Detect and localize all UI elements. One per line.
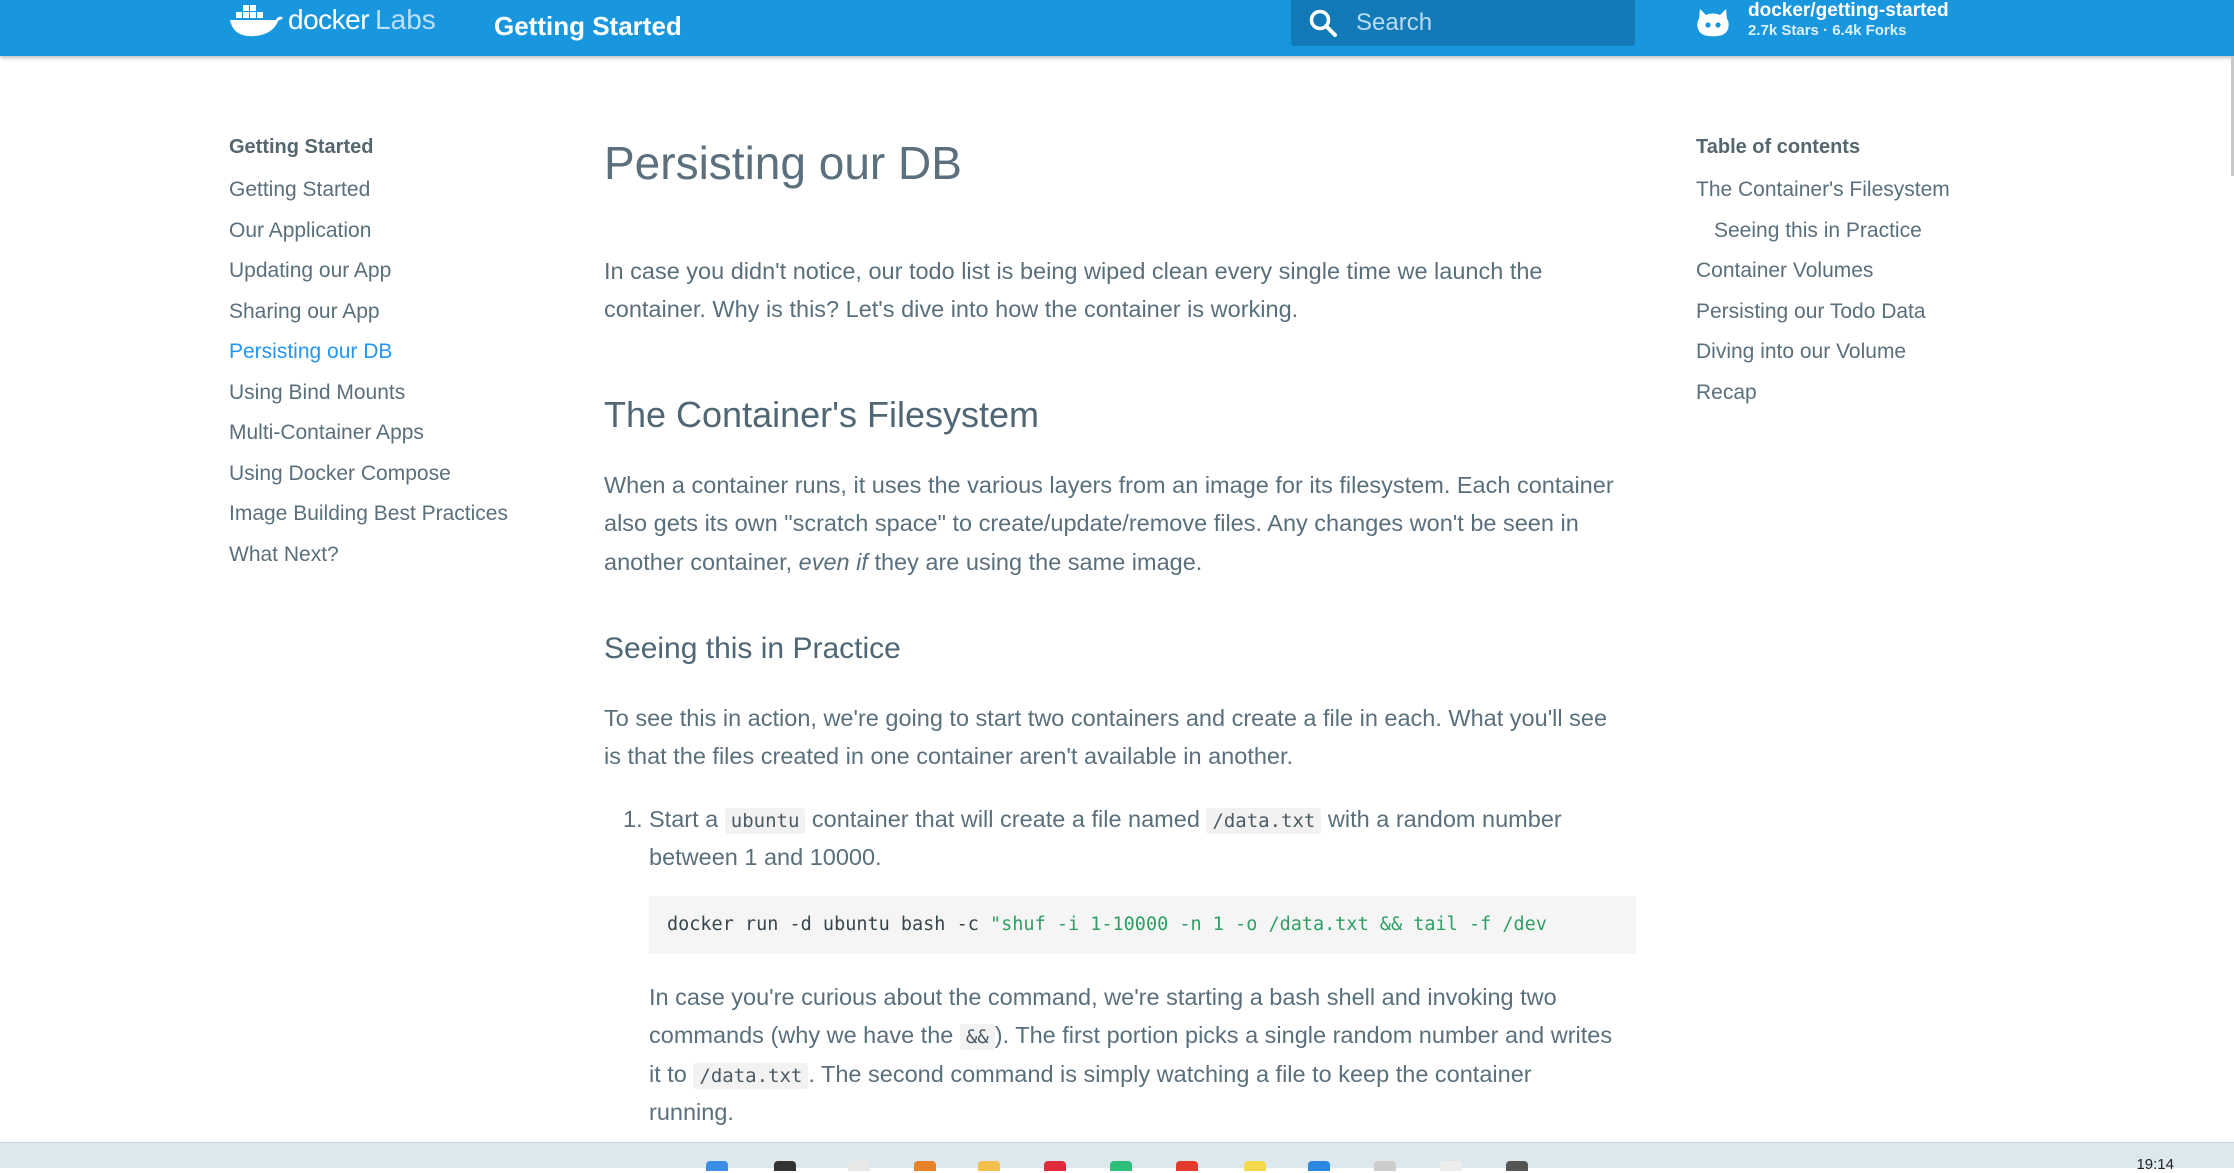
step-1-text-b: container that will create a file named — [805, 806, 1207, 832]
chrome-icon[interactable] — [1176, 1161, 1198, 1171]
edge-icon[interactable] — [1308, 1161, 1330, 1171]
nav-item-our-application[interactable]: Our Application — [229, 219, 549, 260]
app-gray-icon[interactable] — [1374, 1161, 1396, 1171]
docker-labs-logo[interactable]: docker Labs — [228, 0, 436, 40]
windows-start-icon[interactable] — [706, 1161, 728, 1171]
notepad-icon[interactable] — [1440, 1161, 1462, 1171]
toc-item-container-filesystem[interactable]: The Container's Filesystem — [1696, 178, 2096, 219]
practice-line-1: To see this in action, we're going to st… — [604, 705, 1608, 731]
repo-link[interactable]: docker/getting-started 2.7k Stars · 6.4k… — [1694, 0, 1949, 41]
search-icon[interactable] — [1308, 8, 1338, 38]
nav-item-updating-our-app[interactable]: Updating our App — [229, 259, 549, 300]
app-green-icon[interactable] — [1110, 1161, 1132, 1171]
code-string: "shuf -i 1-10000 -n 1 -o /data.txt && ta… — [990, 914, 1547, 935]
page-title: Persisting our DB — [604, 137, 962, 189]
code-data-txt-2: /data.txt — [693, 1063, 809, 1089]
firefox-icon[interactable] — [914, 1161, 936, 1171]
emphasis-even-if: even if — [798, 549, 868, 575]
github-icon — [1697, 9, 1729, 37]
nav-item-getting-started[interactable]: Getting Started — [229, 178, 549, 219]
search-box[interactable] — [1291, 0, 1635, 46]
explain-line-2a: commands (why we have the — [649, 1022, 960, 1048]
step-1-text-c: with a random number — [1321, 806, 1562, 832]
list-number-1: 1. — [623, 806, 643, 832]
top-header: docker Labs Getting Started docker/getti… — [0, 0, 2234, 56]
toc-item-container-volumes[interactable]: Container Volumes — [1696, 259, 2096, 300]
heading-seeing-in-practice: Seeing this in Practice — [604, 632, 901, 665]
repo-name: docker/getting-started — [1748, 0, 1949, 21]
logo-word: docker — [288, 4, 370, 35]
code-block-docker-run[interactable]: docker run -d ubuntu bash -c "shuf -i 1-… — [649, 896, 1636, 954]
toc-heading: Table of contents — [1696, 136, 1861, 158]
heading-container-filesystem: The Container's Filesystem — [604, 394, 1040, 435]
filesystem-line-1: When a container runs, it uses the vario… — [604, 472, 1614, 498]
explain-line-2: commands (why we have the &&). The first… — [649, 1016, 1636, 1057]
app-red-icon[interactable] — [1044, 1161, 1066, 1171]
terminal-icon[interactable] — [1506, 1161, 1528, 1171]
search-taskbar-icon[interactable] — [774, 1161, 796, 1171]
nav-heading: Getting Started — [229, 136, 374, 158]
explain-line-2b: ). The first portion picks a single rand… — [994, 1022, 1613, 1048]
code-command: docker run -d ubuntu bash -c — [667, 914, 991, 935]
nav-item-image-building-best-practices[interactable]: Image Building Best Practices — [229, 502, 549, 543]
repo-stats: 2.7k Stars · 6.4k Forks — [1748, 22, 1907, 39]
left-nav: Getting Started Getting Started Our Appl… — [229, 136, 549, 583]
step-1-line-2: between 1 and 10000. — [649, 844, 882, 870]
os-taskbar: 19:14 — [0, 1142, 2234, 1173]
logo-suffix: Labs — [375, 4, 436, 35]
code-and-and: && — [959, 1024, 995, 1050]
search-input[interactable] — [1354, 8, 1618, 38]
code-ubuntu: ubuntu — [724, 808, 806, 834]
nav-item-what-next[interactable]: What Next? — [229, 543, 549, 584]
toc-item-seeing-in-practice[interactable]: Seeing this in Practice — [1696, 219, 2096, 260]
nav-item-sharing-our-app[interactable]: Sharing our App — [229, 300, 549, 341]
code-data-txt: /data.txt — [1206, 808, 1322, 834]
explain-line-1: In case you're curious about the command… — [649, 984, 1557, 1010]
docker-whale-icon — [230, 5, 283, 37]
nav-item-persisting-our-db[interactable]: Persisting our DB — [229, 340, 549, 381]
intro-line-1: In case you didn't notice, our todo list… — [604, 258, 1543, 284]
explain-line-3a: it to — [649, 1061, 694, 1087]
filesystem-line-2: also gets its own "scratch space" to cre… — [604, 510, 1579, 536]
filesystem-line-3b: they are using the same image. — [867, 549, 1203, 575]
nav-item-using-docker-compose[interactable]: Using Docker Compose — [229, 462, 549, 503]
file-explorer-icon[interactable] — [978, 1161, 1000, 1171]
practice-line-2: is that the files created in one contain… — [604, 743, 1294, 769]
intro-line-2: container. Why is this? Let's dive into … — [604, 296, 1299, 322]
explain-line-3: it to /data.txt. The second command is s… — [649, 1055, 1636, 1096]
nav-item-multi-container-apps[interactable]: Multi-Container Apps — [229, 421, 549, 462]
toc-item-diving-into-volume[interactable]: Diving into our Volume — [1696, 340, 2096, 381]
app-yellow-icon[interactable] — [1244, 1161, 1266, 1171]
nav-item-using-bind-mounts[interactable]: Using Bind Mounts — [229, 381, 549, 422]
explain-line-3b: . The second command is simply watching … — [808, 1061, 1532, 1087]
filesystem-line-3a: another container, — [604, 549, 799, 575]
site-title[interactable]: Getting Started — [494, 11, 682, 42]
toc-item-recap[interactable]: Recap — [1696, 381, 2096, 422]
explain-line-4: running. — [649, 1099, 734, 1125]
step-1-text-a: Start a — [649, 806, 725, 832]
toc-item-persisting-todo-data[interactable]: Persisting our Todo Data — [1696, 300, 2096, 341]
step-1-line-1: Start a ubuntu container that will creat… — [649, 800, 1636, 841]
table-of-contents: Table of contents The Container's Filesy… — [1696, 136, 2096, 421]
filesystem-line-3: another container, even if they are usin… — [604, 543, 1636, 582]
taskbar-clock[interactable]: 19:14 — [2136, 1156, 2174, 1173]
task-view-icon[interactable] — [848, 1161, 870, 1171]
